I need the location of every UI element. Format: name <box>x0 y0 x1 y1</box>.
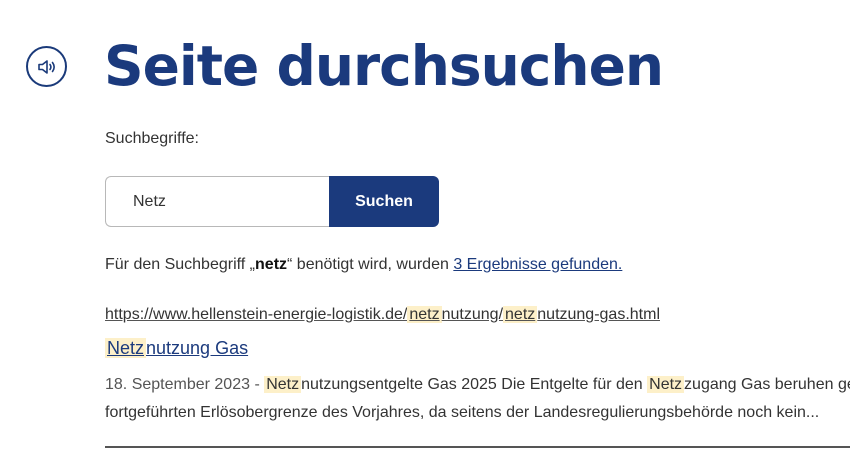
url-highlight: netz <box>503 306 538 323</box>
read-aloud-button[interactable] <box>26 46 67 87</box>
summary-middle: “ benötigt wird, wurden <box>287 256 454 273</box>
search-form: Suchen <box>105 176 439 227</box>
result-divider <box>105 446 850 448</box>
results-count-link[interactable]: 3 Ergebnisse gefunden. <box>453 256 622 273</box>
search-label: Suchbegriffe: <box>105 130 199 147</box>
speaker-icon <box>37 59 55 74</box>
url-part: nutzung/ <box>441 306 504 323</box>
title-rest: nutzung Gas <box>146 338 249 358</box>
search-input[interactable] <box>105 176 329 227</box>
page-title: Seite durchsuchen <box>104 34 664 98</box>
snippet-text: nutzungsentgelte Gas 2025 Die Entgelte f… <box>301 376 648 393</box>
snippet-text: zugang Gas beruhen gem <box>684 376 850 393</box>
snippet-highlight: Netz <box>647 376 685 393</box>
result-title-link[interactable]: Netz nutzung Gas <box>105 338 248 359</box>
snippet-highlight: Netz <box>264 376 302 393</box>
url-part: https://www.hellenstein-energie-logistik… <box>105 306 408 323</box>
result-date: 18. September 2023 - <box>105 376 265 393</box>
result-url[interactable]: https://www.hellenstein-energie-logistik… <box>105 306 660 324</box>
url-part: nutzung-gas.html <box>537 306 660 323</box>
snippet-line-2: fortgeführten Erlösobergrenze des Vorjah… <box>105 404 820 421</box>
summary-term: netz <box>255 256 288 273</box>
snippet-line-1: 18. September 2023 - Netz nutzungsentgelt… <box>105 371 850 399</box>
url-highlight: netz <box>407 306 442 323</box>
title-highlight: Netz <box>105 338 147 358</box>
summary-prefix: Für den Suchbegriff „ <box>105 256 256 273</box>
result-snippet: 18. September 2023 - Netz nutzungsentgelt… <box>105 371 850 427</box>
search-button[interactable]: Suchen <box>329 176 439 227</box>
results-summary: Für den Suchbegriff „netz“ benötigt wird… <box>105 256 622 274</box>
search-page: Seite durchsuchen Suchbegriffe: Suchen F… <box>0 0 850 469</box>
